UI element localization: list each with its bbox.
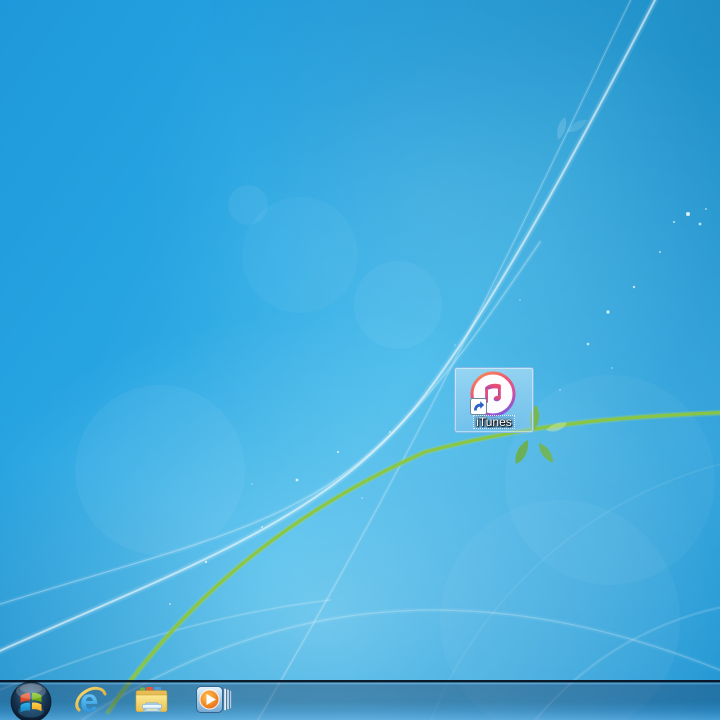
folder-icon <box>135 687 168 713</box>
desktop[interactable]: iTunes e <box>0 0 720 720</box>
taskbar-item-windows-explorer[interactable] <box>121 680 183 720</box>
desktop-icon-label-row: iTunes <box>455 413 533 431</box>
svg-text:e: e <box>80 682 98 718</box>
wallpaper <box>0 0 720 720</box>
media-player-icon <box>196 686 232 713</box>
taskbar-item-internet-explorer[interactable]: e <box>59 680 121 720</box>
taskbar-item-media-player[interactable] <box>183 680 245 720</box>
desktop-icon-label: iTunes <box>473 415 515 429</box>
desktop-icon-itunes[interactable]: iTunes <box>454 367 534 433</box>
start-button[interactable] <box>5 680 59 720</box>
windows-logo-icon <box>10 681 52 720</box>
wallpaper-artwork <box>0 0 720 720</box>
internet-explorer-icon: e <box>75 682 107 718</box>
taskbar: e <box>0 680 720 720</box>
